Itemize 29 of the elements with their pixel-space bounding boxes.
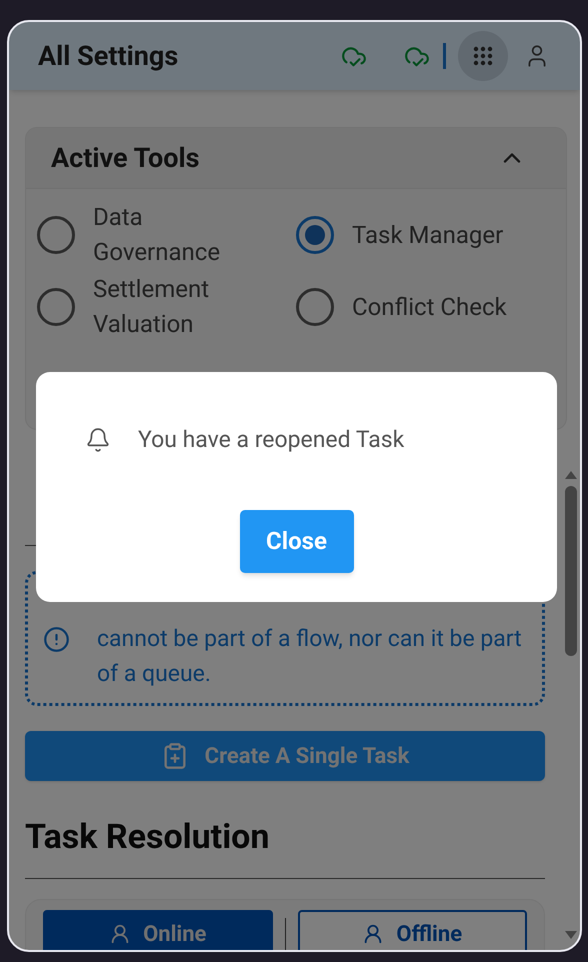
bell-icon [85,427,111,454]
option-label: Task Manager [352,220,504,250]
info-text: cannot be part of a flow, nor can it be part of a queue. [97,624,523,689]
radio-button[interactable] [37,288,75,326]
scroll-up-icon[interactable] [564,470,578,480]
radio-button[interactable] [296,288,334,326]
mode-button[interactable]: Online [43,910,272,950]
dialog-message: You have a reopened Task [138,425,404,455]
apps-grid-button[interactable] [458,31,508,81]
mode-button[interactable]: Offline [298,910,527,950]
radio-option[interactable]: Settlement Valuation [37,271,296,343]
option-label: Conflict Check [352,292,507,322]
scroll-down-icon[interactable] [564,930,578,940]
option-label: Settlement Valuation [93,274,210,340]
grid-icon [473,46,493,66]
section-heading: Task Resolution [25,816,270,859]
create-task-button[interactable]: Create A Single Task [25,731,545,781]
close-button[interactable]: Close [240,510,354,572]
radio-option[interactable]: Conflict Check [296,271,566,343]
card-title: Active Tools [51,140,200,176]
info-icon [43,626,70,653]
card-header[interactable]: Active Tools [26,128,566,189]
radio-option[interactable]: Data Governance [37,199,296,271]
page-title: All Settings [38,38,178,74]
scrollbar-thumb[interactable] [564,486,576,656]
radio-option[interactable]: Task Manager [296,199,566,271]
radio-button[interactable] [296,216,334,254]
radio-button[interactable] [37,216,75,254]
option-label: Data Governance [93,202,222,268]
